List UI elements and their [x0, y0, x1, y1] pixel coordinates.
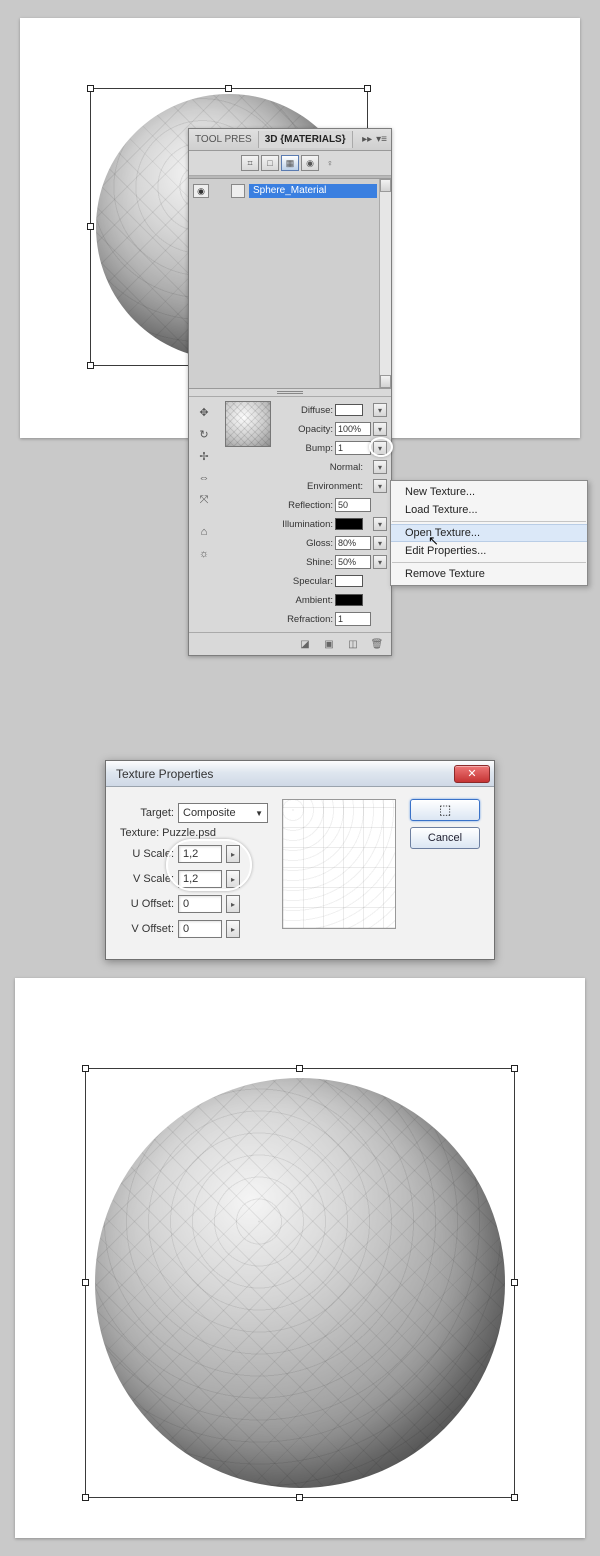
illumination-swatch[interactable]: [335, 518, 363, 530]
panel-tabs: TOOL PRES 3D {MATERIALS} ▸▸ ▾≡: [189, 129, 391, 151]
illumination-label: Illumination:: [277, 519, 333, 530]
gloss-menu-icon[interactable]: ▾: [373, 536, 387, 550]
refraction-label: Refraction:: [277, 614, 333, 625]
reflection-label: Reflection:: [277, 500, 333, 511]
panel-grip[interactable]: [189, 389, 391, 397]
shine-menu-icon[interactable]: ▾: [373, 555, 387, 569]
voffset-stepper[interactable]: ▸: [226, 920, 240, 938]
sphere-preview-large: [95, 1078, 505, 1488]
new-material-icon[interactable]: ◫: [345, 637, 361, 651]
tab-3d-materials[interactable]: 3D {MATERIALS}: [259, 131, 353, 148]
3d-tools-col: ✥ ↻ ✢ ⇔ ⤧ ⌂ ☼: [193, 401, 219, 628]
material-item[interactable]: ◉ Sphere_Material: [193, 183, 377, 199]
opacity-label: Opacity:: [277, 424, 333, 435]
menu-separator: [392, 521, 586, 522]
normal-menu-icon[interactable]: ▾: [373, 460, 387, 474]
uoffset-label: U Offset:: [120, 898, 174, 910]
filter-material-icon[interactable]: ▦: [281, 155, 299, 171]
material-properties: ✥ ↻ ✢ ⇔ ⤧ ⌂ ☼ Diffuse:▾ Opacity:100%▾ Bu…: [189, 397, 391, 632]
trash-icon[interactable]: 🗑: [369, 637, 385, 651]
material-list: ◉ Sphere_Material: [189, 179, 391, 389]
scene-filter-icons: ⌗ □ ▦ ◉ ♀: [189, 151, 391, 176]
texture-filename: Texture: Puzzle.psd: [120, 827, 268, 839]
diffuse-menu-icon[interactable]: ▾: [373, 403, 387, 417]
uoffset-stepper[interactable]: ▸: [226, 895, 240, 913]
light-tool-icon[interactable]: ☼: [193, 545, 215, 563]
materials-panel: TOOL PRES 3D {MATERIALS} ▸▸ ▾≡ ⌗ □ ▦ ◉ ♀…: [188, 128, 392, 656]
refraction-input[interactable]: 1: [335, 612, 371, 626]
texture-preview: [282, 799, 396, 929]
menu-load-texture[interactable]: Load Texture...: [391, 501, 587, 519]
bump-label: Bump:: [277, 443, 333, 454]
voffset-input[interactable]: 0: [178, 920, 222, 938]
roll-tool-icon[interactable]: ↻: [193, 425, 215, 443]
normal-label: Normal:: [277, 462, 363, 473]
tab-tool-presets[interactable]: TOOL PRES: [189, 131, 259, 148]
diffuse-label: Diffuse:: [277, 405, 333, 416]
menu-separator: [392, 562, 586, 563]
material-thumb-icon: [231, 184, 245, 198]
list-scrollbar[interactable]: [379, 179, 391, 388]
filter-mesh-icon[interactable]: □: [261, 155, 279, 171]
gloss-label: Gloss:: [277, 538, 333, 549]
target-select[interactable]: Composite▼: [178, 803, 268, 823]
new-light-icon[interactable]: ▣: [321, 637, 337, 651]
texture-properties-dialog: Texture Properties ✕ Target: Composite▼ …: [105, 760, 495, 960]
pan-tool-icon[interactable]: ✢: [193, 447, 215, 465]
panel-menu-icon[interactable]: ▾≡: [376, 134, 387, 145]
material-name[interactable]: Sphere_Material: [249, 184, 377, 198]
vscale-label: V Scale:: [120, 873, 174, 885]
environment-label: Environment:: [277, 481, 363, 492]
specular-swatch[interactable]: [335, 575, 363, 587]
opacity-input[interactable]: 100%: [335, 422, 371, 436]
menu-edit-properties[interactable]: Edit Properties...: [391, 542, 587, 560]
panel-collapse-icon[interactable]: ▸▸: [362, 134, 372, 145]
filter-camera-icon[interactable]: ♀: [321, 155, 339, 171]
shine-label: Shine:: [277, 557, 333, 568]
material-preview-thumb[interactable]: [225, 401, 271, 447]
ambient-swatch[interactable]: [335, 594, 363, 606]
filter-light-icon[interactable]: ◉: [301, 155, 319, 171]
gloss-input[interactable]: 80%: [335, 536, 371, 550]
environment-menu-icon[interactable]: ▾: [373, 479, 387, 493]
canvas-bottom: [15, 978, 585, 1538]
ambient-label: Ambient:: [277, 595, 333, 606]
texture-context-menu: New Texture... Load Texture... Open Text…: [390, 480, 588, 586]
illumination-menu-icon[interactable]: ▾: [373, 517, 387, 531]
menu-open-texture[interactable]: Open Texture...: [391, 524, 587, 542]
orbit-tool-icon[interactable]: ✥: [193, 403, 215, 421]
filter-scene-icon[interactable]: ⌗: [241, 155, 259, 171]
toggle-ground-icon[interactable]: ◪: [297, 637, 313, 651]
cancel-button[interactable]: Cancel: [410, 827, 480, 849]
shine-input[interactable]: 50%: [335, 555, 371, 569]
home-tool-icon[interactable]: ⌂: [193, 523, 215, 541]
close-button[interactable]: ✕: [454, 765, 490, 783]
uoffset-input[interactable]: 0: [178, 895, 222, 913]
dialog-title: Texture Properties: [116, 767, 213, 781]
menu-new-texture[interactable]: New Texture...: [391, 483, 587, 501]
slide-tool-icon[interactable]: ⇔: [193, 469, 215, 487]
highlight-circle-scale: [166, 839, 252, 891]
voffset-label: V Offset:: [120, 923, 174, 935]
specular-label: Specular:: [277, 576, 333, 587]
reflection-input[interactable]: 50: [335, 498, 371, 512]
visibility-eye-icon[interactable]: ◉: [193, 184, 209, 198]
highlight-circle: [369, 437, 393, 457]
diffuse-swatch[interactable]: [335, 404, 363, 416]
ok-button[interactable]: OK ⬚: [410, 799, 480, 821]
scale-tool-icon[interactable]: ⤧: [193, 491, 215, 509]
bump-input[interactable]: 1: [335, 441, 371, 455]
target-label: Target:: [120, 807, 174, 819]
opacity-menu-icon[interactable]: ▾: [373, 422, 387, 436]
menu-remove-texture[interactable]: Remove Texture: [391, 565, 587, 583]
